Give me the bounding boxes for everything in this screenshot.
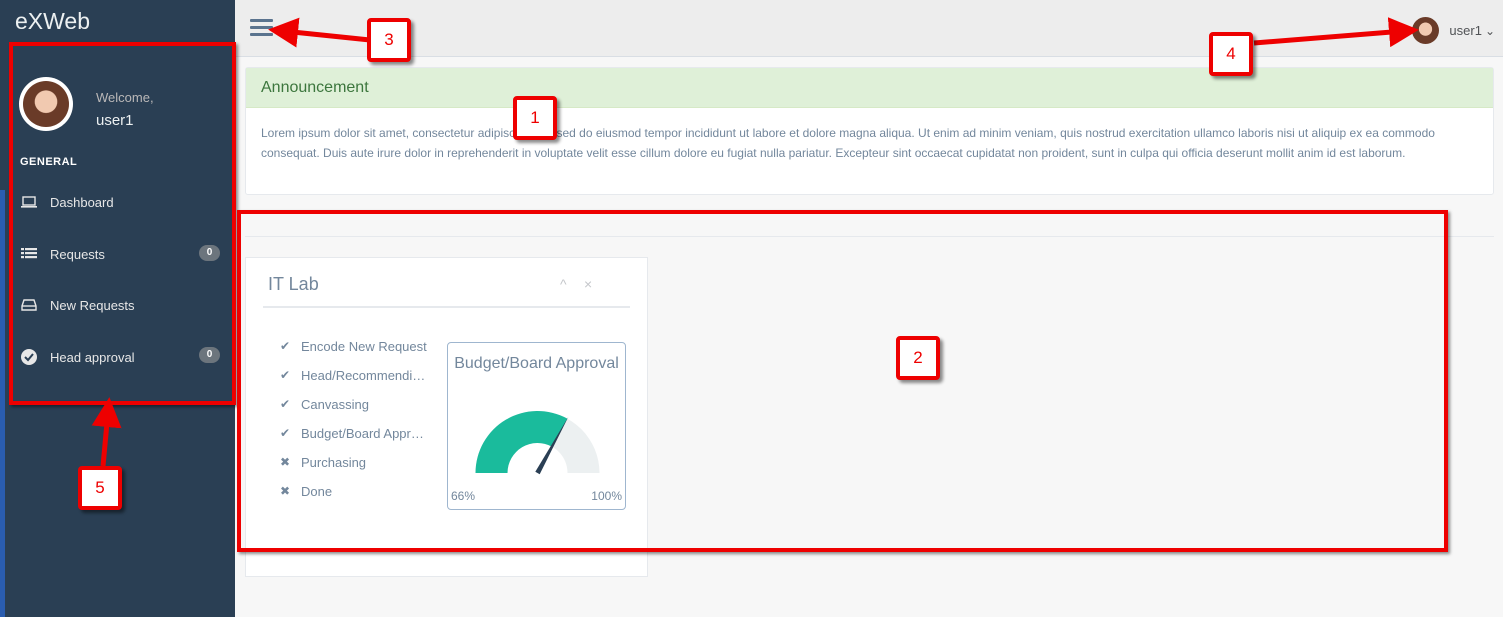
- callout-1: 1: [513, 96, 557, 140]
- annotation-arrows: [91, 17, 1419, 467]
- callout-5: 5: [78, 466, 122, 510]
- callout-2: 2: [896, 336, 940, 380]
- callout-3: 3: [367, 18, 411, 62]
- callout-4: 4: [1209, 32, 1253, 76]
